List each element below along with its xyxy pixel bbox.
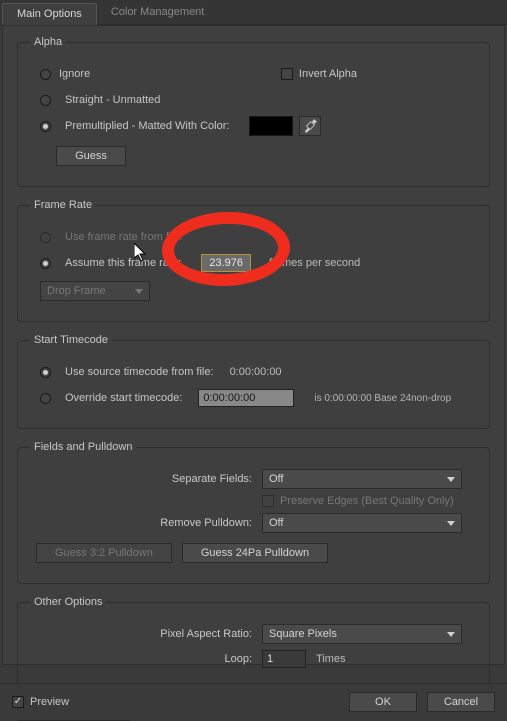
par-dropdown[interactable]: Square Pixels <box>262 624 462 644</box>
alpha-section: Alpha Ignore Invert Alpha Straight - Unm… <box>17 36 490 187</box>
eyedropper-icon <box>303 119 317 133</box>
tab-color-management[interactable]: Color Management <box>97 2 219 24</box>
frame-rate-legend: Frame Rate <box>30 199 96 211</box>
eyedropper-button[interactable] <box>299 116 321 136</box>
par-label: Pixel Aspect Ratio: <box>30 628 252 640</box>
other-options-section: Other Options Pixel Aspect Ratio: Square… <box>17 596 490 689</box>
fps-suffix: frames per second <box>269 257 360 269</box>
chevron-down-icon <box>447 521 455 526</box>
tab-bar: Main Options Color Management <box>0 0 507 25</box>
fields-pulldown-section: Fields and Pulldown Separate Fields: Off… <box>17 441 490 584</box>
override-tc-info: is 0:00:00:00 Base 24non-drop <box>314 393 451 404</box>
fields-pulldown-legend: Fields and Pulldown <box>30 441 136 453</box>
alpha-premult-label[interactable]: Premultiplied - Matted With Color: <box>65 120 229 132</box>
start-timecode-section: Start Timecode Use source timecode from … <box>17 334 490 429</box>
remove-pulldown-value: Off <box>269 517 283 529</box>
guess-button[interactable]: Guess <box>56 146 126 166</box>
override-tc-input[interactable] <box>198 389 294 407</box>
use-file-fr-radio <box>40 232 51 243</box>
override-tc-radio[interactable] <box>40 393 51 404</box>
frame-rate-section: Frame Rate Use frame rate from file: Ass… <box>17 199 490 322</box>
other-options-legend: Other Options <box>30 596 106 608</box>
alpha-ignore-label[interactable]: Ignore <box>59 68 90 80</box>
loop-suffix: Times <box>316 653 346 665</box>
remove-pulldown-label: Remove Pulldown: <box>30 517 252 529</box>
preserve-edges-checkbox <box>262 495 274 507</box>
matte-color-swatch[interactable] <box>249 116 293 136</box>
guess-24pa-pulldown-button[interactable]: Guess 24Pa Pulldown <box>182 543 328 563</box>
drop-frame-dropdown: Drop Frame <box>40 281 150 301</box>
chevron-down-icon <box>135 289 143 294</box>
preserve-edges-label: Preserve Edges (Best Quality Only) <box>280 495 454 507</box>
loop-label: Loop: <box>30 653 252 665</box>
preview-checkbox[interactable] <box>12 696 24 708</box>
chevron-down-icon <box>447 632 455 637</box>
start-timecode-legend: Start Timecode <box>30 334 112 346</box>
dialog-footer: Preview OK Cancel <box>0 683 507 720</box>
invert-alpha-label[interactable]: Invert Alpha <box>299 68 357 80</box>
loop-input[interactable] <box>262 650 306 668</box>
assume-fr-label[interactable]: Assume this frame rate: <box>65 257 181 269</box>
assume-fr-radio[interactable] <box>40 258 51 269</box>
cancel-button[interactable]: Cancel <box>427 692 495 712</box>
alpha-legend: Alpha <box>30 36 66 48</box>
use-source-tc-radio[interactable] <box>40 367 51 378</box>
par-value: Square Pixels <box>269 628 337 640</box>
guess-32-pulldown-button: Guess 3:2 Pulldown <box>36 543 172 563</box>
chevron-down-icon <box>447 477 455 482</box>
frame-rate-input[interactable] <box>201 254 251 272</box>
main-options-panel: Alpha Ignore Invert Alpha Straight - Unm… <box>2 25 505 665</box>
use-source-tc-value: 0:00:00:00 <box>230 366 282 378</box>
separate-fields-label: Separate Fields: <box>30 473 252 485</box>
use-file-fr-label: Use frame rate from file: <box>65 231 183 243</box>
use-source-tc-label[interactable]: Use source timecode from file: <box>65 366 214 378</box>
alpha-premult-radio[interactable] <box>40 121 51 132</box>
alpha-straight-label[interactable]: Straight - Unmatted <box>65 94 160 106</box>
drop-frame-value: Drop Frame <box>47 285 106 297</box>
remove-pulldown-dropdown[interactable]: Off <box>262 513 462 533</box>
alpha-ignore-radio[interactable] <box>40 69 51 80</box>
separate-fields-dropdown[interactable]: Off <box>262 469 462 489</box>
override-tc-label[interactable]: Override start timecode: <box>65 392 182 404</box>
invert-alpha-checkbox[interactable] <box>281 68 293 80</box>
ok-button[interactable]: OK <box>349 692 417 712</box>
tab-main-options[interactable]: Main Options <box>2 3 97 25</box>
preview-label[interactable]: Preview <box>30 696 69 708</box>
separate-fields-value: Off <box>269 473 283 485</box>
alpha-straight-radio[interactable] <box>40 95 51 106</box>
